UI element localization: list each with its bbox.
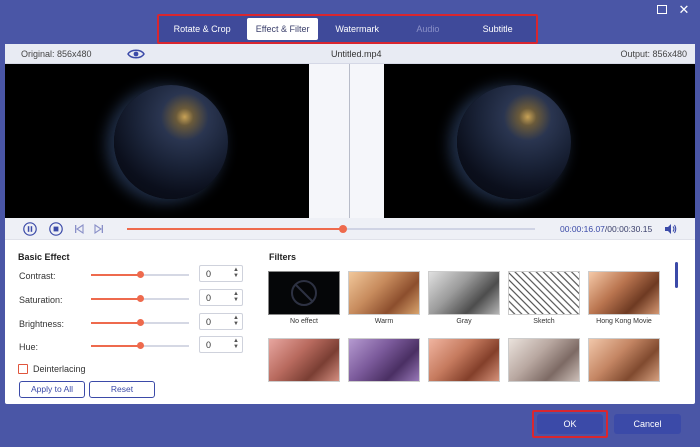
tab-audio: Audio <box>416 24 440 34</box>
info-bar: Original: 856x480 Untitled.mp4 Output: 8… <box>5 44 695 64</box>
earth-image <box>114 85 228 199</box>
slider-handle[interactable] <box>137 295 144 302</box>
current-time: 00:00:16.07 <box>560 224 605 234</box>
brightness-label: Brightness: <box>19 319 65 329</box>
progress-fill <box>127 228 344 230</box>
filter-warm[interactable]: Warm <box>348 271 420 325</box>
file-name: Untitled.mp4 <box>331 49 382 59</box>
output-resolution: Output: 856x480 <box>620 49 687 59</box>
original-preview <box>5 64 309 218</box>
earth-image <box>457 85 571 199</box>
checkbox-box[interactable] <box>18 364 28 374</box>
brightness-value[interactable]: 0 <box>206 317 211 327</box>
filter-thumbnail <box>268 271 340 315</box>
filter-item[interactable] <box>348 338 420 382</box>
filter-thumbnail <box>588 271 660 315</box>
previous-frame-button[interactable] <box>72 222 86 236</box>
filter-thumbnail <box>348 338 420 382</box>
slider-handle[interactable] <box>137 319 144 326</box>
filter-name: Hong Kong Movie <box>596 318 652 325</box>
cancel-button[interactable]: Cancel <box>614 414 681 434</box>
filter-hong-kong-movie[interactable]: Hong Kong Movie <box>588 271 660 325</box>
next-frame-button[interactable] <box>92 222 106 236</box>
stop-button[interactable] <box>49 222 63 236</box>
tab-rotate-crop[interactable]: Rotate & Crop <box>163 18 241 40</box>
slider-fill <box>91 322 140 324</box>
hue-slider[interactable] <box>91 342 189 349</box>
filter-thumbnail <box>428 338 500 382</box>
contrast-value[interactable]: 0 <box>206 269 211 279</box>
pause-button[interactable] <box>23 222 37 236</box>
original-resolution: Original: 856x480 <box>21 49 92 59</box>
brightness-stepper[interactable]: 0 ▲ ▼ <box>199 313 243 330</box>
contrast-slider[interactable] <box>91 271 189 278</box>
filters-grid: No effect Warm Gray Sketch Hong Kong Mov… <box>268 271 668 405</box>
filter-item[interactable] <box>428 338 500 382</box>
slider-handle[interactable] <box>137 342 144 349</box>
filter-thumbnail <box>508 338 580 382</box>
saturation-stepper[interactable]: 0 ▲ ▼ <box>199 289 243 306</box>
hue-stepper[interactable]: 0 ▲ ▼ <box>199 336 243 353</box>
preview-area <box>5 64 695 218</box>
contrast-stepper[interactable]: 0 ▲ ▼ <box>199 265 243 282</box>
filter-sketch[interactable]: Sketch <box>508 271 580 325</box>
filter-name: No effect <box>290 318 318 325</box>
filter-name: Warm <box>374 318 394 325</box>
apply-to-all-button[interactable]: Apply to All <box>19 381 85 398</box>
filter-no-effect[interactable]: No effect <box>268 271 340 325</box>
hue-label: Hue: <box>19 342 39 352</box>
filter-gray[interactable]: Gray <box>428 271 500 325</box>
stepper-down-icon[interactable]: ▼ <box>232 273 240 280</box>
tab-bar: Rotate & Crop Effect & Filter Watermark … <box>157 14 538 44</box>
maximize-icon <box>657 5 667 14</box>
progress-handle[interactable] <box>339 225 348 233</box>
filter-item[interactable] <box>508 338 580 382</box>
filter-item[interactable] <box>268 338 340 382</box>
deinterlacing-label: Deinterlacing <box>33 364 86 374</box>
eye-icon[interactable] <box>127 48 145 60</box>
tab-watermark[interactable]: Watermark <box>322 18 393 40</box>
no-effect-icon <box>291 280 317 306</box>
close-icon: ✕ <box>678 2 690 17</box>
tab-subtitle[interactable]: Subtitle <box>463 18 532 40</box>
brightness-slider[interactable] <box>91 319 189 326</box>
preview-divider <box>349 64 350 218</box>
filters-title: Filters <box>269 252 297 262</box>
filter-thumbnail <box>428 271 500 315</box>
slider-handle[interactable] <box>137 271 144 278</box>
deinterlacing-checkbox[interactable]: Deinterlacing <box>18 364 86 374</box>
close-button[interactable]: ✕ <box>677 3 691 17</box>
playback-controls: 00:00:16.07/00:00:30.15 <box>5 218 695 240</box>
editor-panel: Original: 856x480 Untitled.mp4 Output: 8… <box>5 44 695 404</box>
saturation-label: Saturation: <box>19 295 63 305</box>
filter-name: Sketch <box>533 318 555 325</box>
stepper-down-icon[interactable]: ▼ <box>232 344 240 351</box>
output-preview <box>384 64 695 218</box>
filter-thumbnail <box>588 338 660 382</box>
saturation-slider[interactable] <box>91 295 189 302</box>
filter-name: Gray <box>456 318 472 325</box>
slider-fill <box>91 298 140 300</box>
progress-slider[interactable] <box>127 225 535 233</box>
reset-button[interactable]: Reset <box>89 381 155 398</box>
filters-scrollbar[interactable] <box>675 262 678 288</box>
total-time: 00:00:30.15 <box>607 224 653 234</box>
stepper-down-icon[interactable]: ▼ <box>232 297 240 304</box>
saturation-value[interactable]: 0 <box>206 293 211 303</box>
volume-icon[interactable] <box>663 222 677 236</box>
filter-thumbnail <box>268 338 340 382</box>
hue-value[interactable]: 0 <box>206 340 211 350</box>
stepper-down-icon[interactable]: ▼ <box>232 321 240 328</box>
ok-button[interactable]: OK <box>537 414 603 434</box>
basic-effect-title: Basic Effect <box>18 252 70 262</box>
time-display: 00:00:16.07/00:00:30.15 <box>560 224 652 234</box>
slider-fill <box>91 345 140 347</box>
contrast-label: Contrast: <box>19 271 56 281</box>
filter-item[interactable] <box>588 338 660 382</box>
slider-fill <box>91 274 140 276</box>
filter-thumbnail <box>348 271 420 315</box>
maximize-button[interactable] <box>655 3 669 17</box>
tab-effect-filter[interactable]: Effect & Filter <box>247 18 318 40</box>
filter-thumbnail <box>508 271 580 315</box>
